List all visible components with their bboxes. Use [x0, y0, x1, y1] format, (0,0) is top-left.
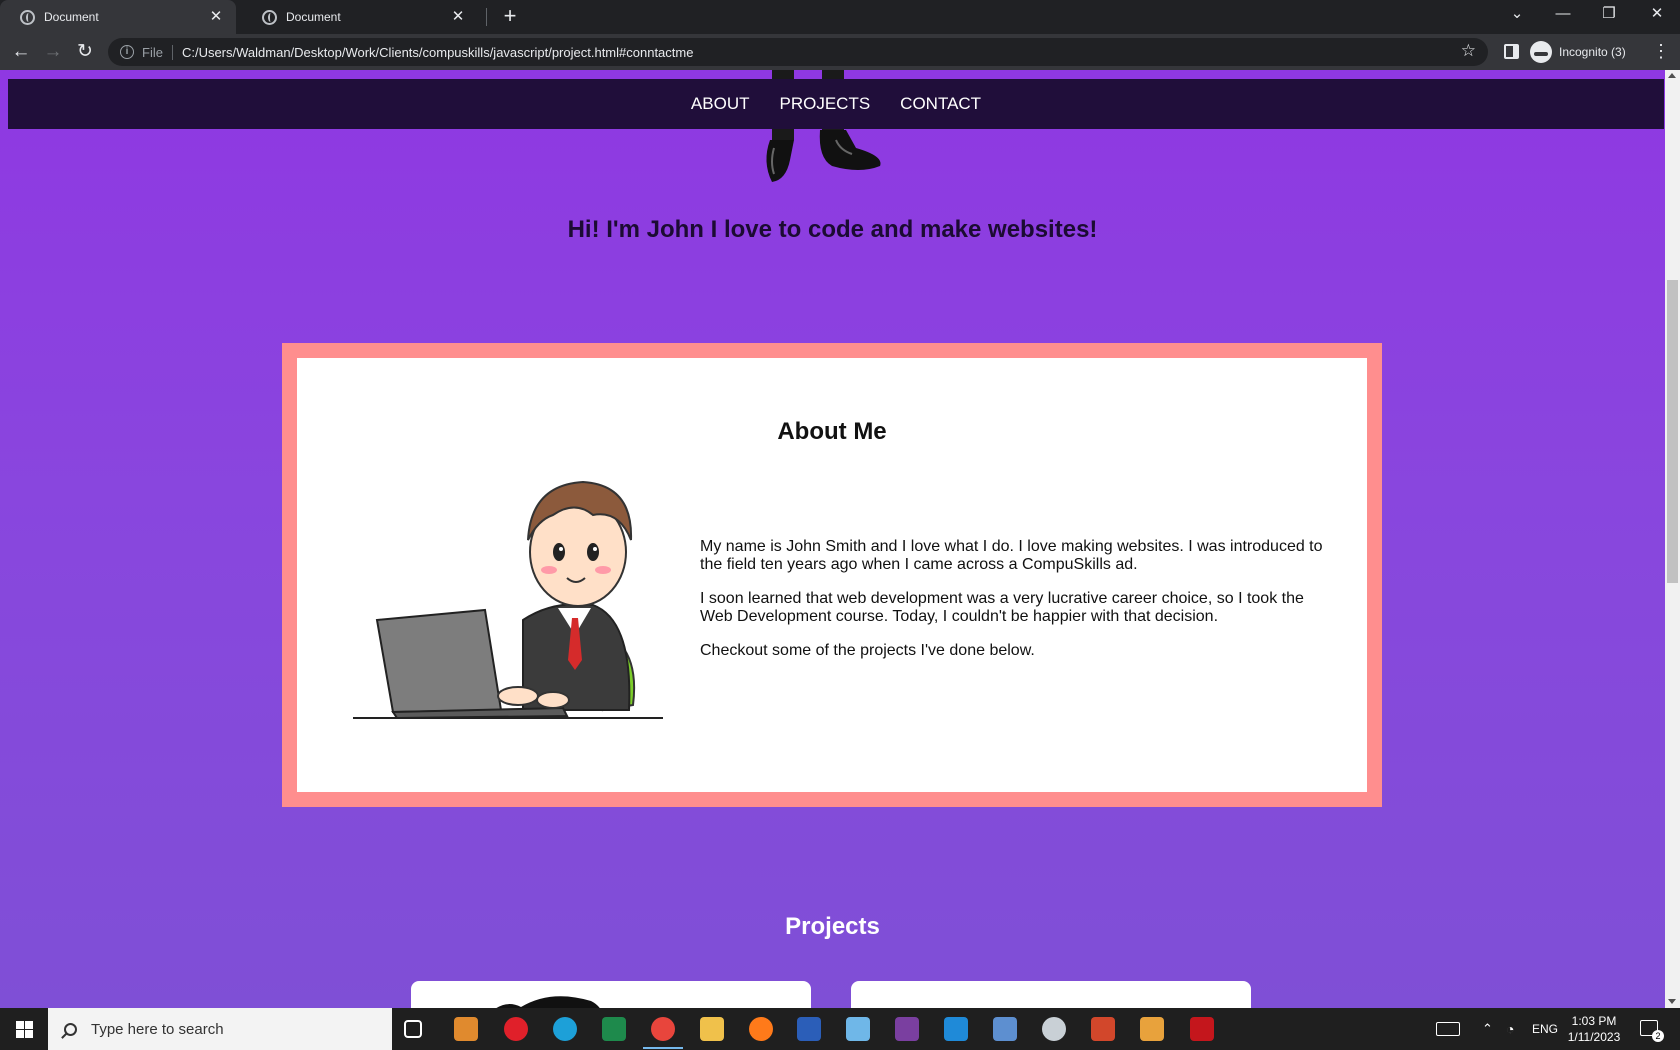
incognito-label: Incognito (3): [1559, 45, 1626, 59]
incognito-icon: [1530, 41, 1552, 63]
notification-center-icon[interactable]: 2: [1640, 1020, 1664, 1042]
tab-document-1[interactable]: Document ✕: [0, 0, 236, 34]
excel-icon[interactable]: [602, 1017, 626, 1041]
network-icon[interactable]: ◔: [1506, 1008, 1514, 1050]
close-tab-icon[interactable]: ✕: [208, 9, 224, 25]
notification-count: 2: [1652, 1030, 1664, 1042]
project-card[interactable]: [851, 981, 1251, 1008]
project-thumbnail: [496, 996, 600, 1008]
restore-button[interactable]: ❐: [1586, 0, 1632, 30]
page-viewport: ABOUT PROJECTS CONTACT Hi! I'm John I lo…: [0, 70, 1665, 1008]
address-bar[interactable]: i File C:/Users/Waldman/Desktop/Work/Cli…: [108, 38, 1488, 66]
about-paragraph: My name is John Smith and I love what I …: [700, 538, 1323, 573]
firefox-icon[interactable]: [749, 1017, 773, 1041]
winrar-icon[interactable]: [895, 1017, 919, 1041]
globe-icon: [20, 9, 35, 25]
browser-menu-icon[interactable]: ⋮: [1652, 41, 1670, 62]
opera-icon[interactable]: [504, 1017, 528, 1041]
side-panel-icon[interactable]: [1504, 44, 1519, 59]
scroll-down-arrow[interactable]: [1668, 999, 1676, 1004]
taskbar-search[interactable]: Type here to search: [48, 1008, 392, 1050]
clock-time: 1:03 PM: [1571, 1014, 1617, 1028]
tab-search-button[interactable]: ⌄: [1494, 0, 1540, 30]
url-text[interactable]: C:/Users/Waldman/Desktop/Work/Clients/co…: [182, 45, 694, 60]
about-section: About Me My name is John Smith and I lov…: [282, 343, 1382, 807]
project-thumbnail: [851, 981, 1251, 1008]
keyboard-icon[interactable]: [1436, 1022, 1460, 1036]
about-paragraph: I soon learned that web development was …: [700, 590, 1304, 625]
tab-title: Document: [286, 10, 341, 24]
site-navbar: ABOUT PROJECTS CONTACT: [8, 79, 1664, 129]
projects-title: Projects: [785, 913, 880, 940]
nav-link-contact[interactable]: CONTACT: [900, 94, 981, 114]
acrobat-icon[interactable]: [1190, 1017, 1214, 1041]
media-player-icon[interactable]: [454, 1017, 478, 1041]
reload-button[interactable]: ↻: [72, 39, 98, 65]
file-explorer-icon[interactable]: [700, 1017, 724, 1041]
outlook-icon[interactable]: [1140, 1017, 1164, 1041]
page-scrollbar[interactable]: [1665, 70, 1680, 1008]
show-hidden-icons-icon[interactable]: ⌃: [1482, 1008, 1493, 1050]
language-indicator[interactable]: ENG: [1532, 1008, 1558, 1050]
powerpoint-icon[interactable]: [1091, 1017, 1115, 1041]
about-card: About Me My name is John Smith and I lov…: [297, 358, 1367, 792]
url-scheme: File: [142, 44, 173, 60]
close-window-button[interactable]: ✕: [1634, 0, 1680, 30]
back-button[interactable]: ←: [8, 39, 34, 65]
edge-icon[interactable]: [553, 1017, 577, 1041]
windows-start-button[interactable]: [0, 1008, 48, 1050]
developer-illustration: [353, 480, 663, 720]
search-placeholder: Type here to search: [91, 1020, 224, 1038]
about-paragraph: Checkout some of the projects I've done …: [700, 642, 1035, 659]
notepad-icon[interactable]: [846, 1017, 870, 1041]
bookmark-star-icon[interactable]: ☆: [1461, 41, 1476, 61]
browser-tab-strip: Document ✕ Document ✕ + ⌄ — ❐ ✕: [0, 0, 1680, 34]
scroll-up-arrow[interactable]: [1668, 73, 1676, 78]
paint-icon[interactable]: [1042, 1017, 1066, 1041]
tab-document-2[interactable]: Document ✕: [242, 0, 478, 34]
clock-date: 1/11/2023: [1567, 1030, 1621, 1044]
scrollbar-thumb[interactable]: [1667, 280, 1678, 583]
globe-icon: [262, 9, 277, 25]
about-title: About Me: [777, 418, 887, 445]
tab-separator: [486, 8, 487, 26]
project-card[interactable]: [411, 981, 811, 1008]
hero-heading: Hi! I'm John I love to code and make web…: [567, 216, 1098, 243]
minimize-button[interactable]: —: [1540, 0, 1586, 30]
close-tab-icon[interactable]: ✕: [450, 9, 466, 25]
nav-link-about[interactable]: ABOUT: [691, 94, 750, 114]
word-icon[interactable]: [797, 1017, 821, 1041]
chrome-icon[interactable]: [643, 1017, 683, 1049]
forward-button[interactable]: →: [40, 39, 66, 65]
windows-taskbar: Type here to search ⌃ ◔ ENG 1:03 PM 1/11…: [0, 1008, 1680, 1050]
about-text: My name is John Smith and I love what I …: [700, 538, 1332, 676]
search-icon: [64, 1022, 77, 1036]
browser-toolbar: ← → ↻ i File C:/Users/Waldman/Desktop/Wo…: [0, 34, 1680, 70]
taskbar-clock[interactable]: 1:03 PM 1/11/2023: [1556, 1013, 1632, 1045]
image-viewer-icon[interactable]: [993, 1017, 1017, 1041]
info-icon[interactable]: i: [120, 45, 134, 59]
nav-link-projects[interactable]: PROJECTS: [779, 94, 870, 114]
task-view-icon[interactable]: [404, 1020, 422, 1038]
tab-title: Document: [44, 10, 99, 24]
vscode-icon[interactable]: [944, 1017, 968, 1041]
incognito-profile-button[interactable]: Incognito (3): [1530, 39, 1626, 65]
new-tab-button[interactable]: +: [498, 4, 522, 28]
